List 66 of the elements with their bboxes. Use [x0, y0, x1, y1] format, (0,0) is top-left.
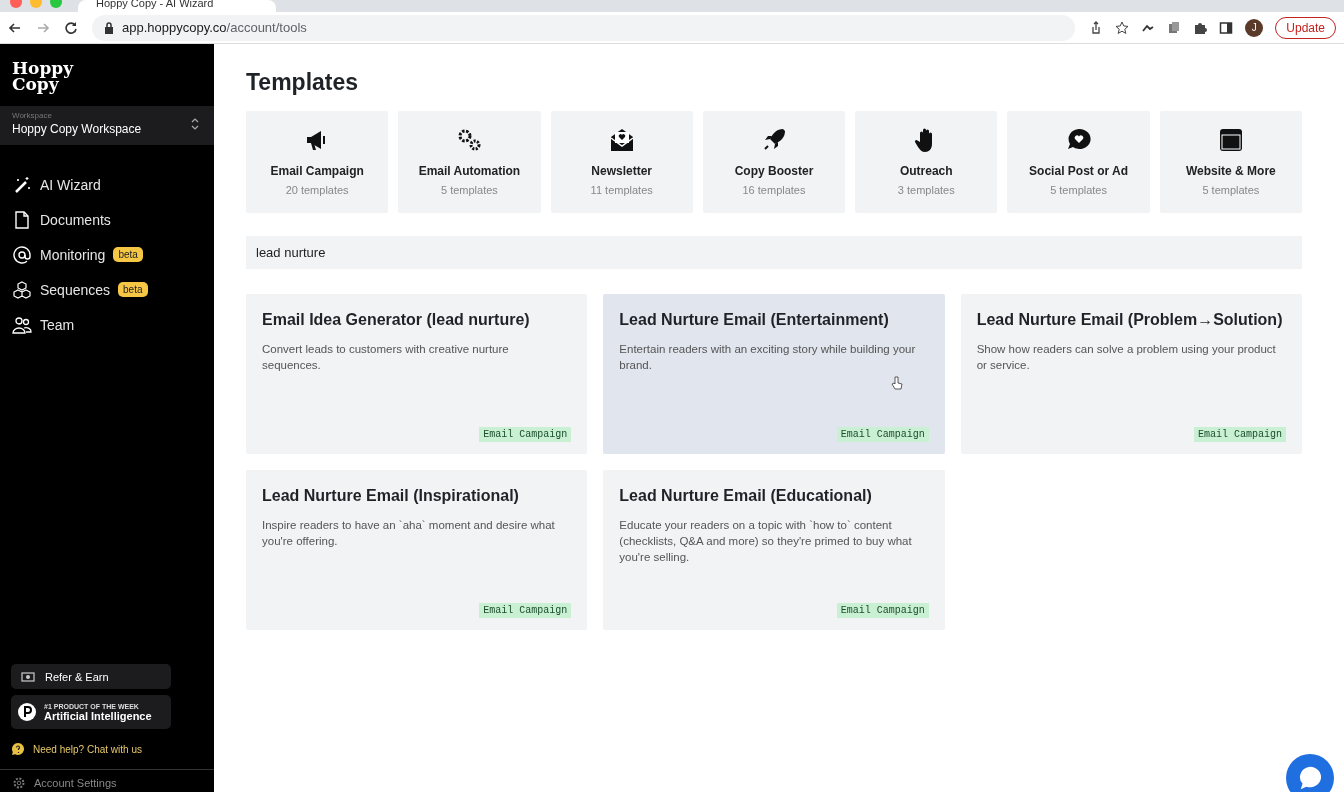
sidebar-icon[interactable] — [1219, 20, 1234, 35]
account-settings-link[interactable]: Account Settings — [0, 769, 214, 792]
template-card[interactable]: Email Idea Generator (lead nurture) Convert leads to customers with creative nurture sequences. Email Campaign — [246, 294, 588, 454]
money-icon — [21, 669, 35, 684]
address-bar[interactable]: app.hoppycopy.co/account/tools — [92, 14, 1076, 41]
template-card[interactable]: Lead Nurture Email (Educational) Educate your readers on a topic with `how to` content (checklists, Q&A and more) so they're primed to buy what you're selling. Email Campaign — [603, 470, 945, 630]
users-icon — [12, 314, 32, 335]
category-tile[interactable]: Outreach 3 templates — [855, 111, 998, 213]
card-description: Show how readers can solve a problem using your product or service. — [976, 342, 1277, 373]
nav-item[interactable]: Monitoring beta — [0, 237, 214, 272]
gear-icon — [12, 776, 26, 790]
document-icon — [12, 209, 32, 230]
puzzle-icon[interactable] — [1193, 20, 1208, 35]
card-title: Lead Nurture Email (Inspirational) — [262, 487, 520, 505]
workspace-label: Workspace — [12, 111, 53, 120]
card-description: Educate your readers on a topic with `how to` content (checklists, Q&A and more) so they're primed to buy what you're selling. — [619, 518, 913, 565]
help-bubble-icon — [11, 742, 25, 756]
star-icon[interactable] — [1115, 20, 1130, 35]
url-text: app.hoppycopy.co/account/tools — [122, 20, 307, 35]
pointer-cursor-icon — [890, 376, 903, 390]
card-title: Email Idea Generator (lead nurture) — [262, 311, 531, 329]
card-title: Lead Nurture Email (Problem→Solution) — [976, 311, 1284, 329]
back-icon[interactable] — [8, 20, 22, 35]
nav-item[interactable]: Sequences beta — [0, 272, 214, 307]
card-description: Convert leads to customers with creative nurture sequences. — [262, 342, 510, 373]
category-tile[interactable]: Newsletter 11 templates — [550, 111, 693, 213]
beta-badge: beta — [113, 247, 143, 262]
category-tag: Email Campaign — [836, 427, 929, 442]
lock-icon — [102, 20, 116, 35]
category-tag: Email Campaign — [1194, 427, 1286, 442]
cubes-icon — [12, 279, 32, 300]
chat-button[interactable] — [1286, 754, 1334, 792]
award-title: Artificial Intelligence — [44, 709, 152, 722]
award-logo-icon — [17, 702, 37, 722]
search-field[interactable]: lead nurture — [246, 236, 1302, 269]
card-description: Entertain readers with an exciting story while building your brand. — [619, 342, 917, 373]
reload-icon[interactable] — [64, 20, 78, 35]
page-title: Templates — [246, 69, 360, 96]
chat-bubble-icon — [1297, 765, 1323, 791]
card-title: Lead Nurture Email (Educational) — [619, 487, 873, 505]
workspace-name: Hoppy Copy Workspace — [12, 122, 142, 136]
template-card[interactable]: Lead Nurture Email (Problem→Solution) Show how readers can solve a problem using your product or service. Email Campaign — [960, 294, 1302, 454]
category-tag: Email Campaign — [479, 603, 572, 618]
nav-item[interactable]: Documents — [0, 202, 214, 237]
category-tile[interactable]: Website & More 5 templates — [1159, 111, 1302, 213]
category-tag: Email Campaign — [836, 603, 929, 618]
nav-item[interactable]: AI Wizard — [0, 167, 214, 202]
workspace-selector[interactable]: Workspace Hoppy Copy Workspace — [0, 106, 214, 145]
help-link[interactable]: Need help? Chat with us — [11, 735, 203, 763]
card-description: Inspire readers to have an `aha` moment and desire what you're offering. — [262, 518, 556, 549]
category-tag: Email Campaign — [479, 427, 572, 442]
at-sign-icon — [12, 244, 32, 265]
beta-badge: beta — [118, 282, 148, 297]
category-tile[interactable]: Email Automation 5 templates — [398, 111, 541, 213]
template-card[interactable]: Lead Nurture Email (Entertainment) Entertain readers with an exciting story while building your brand. Email Campaign — [603, 294, 945, 454]
browser-tab[interactable]: Hoppy Copy - AI Wizard — [78, 0, 276, 12]
refer-button[interactable]: Refer & Earn — [11, 664, 171, 689]
profile-avatar[interactable]: J — [1245, 18, 1264, 37]
category-tile[interactable]: Email Campaign 20 templates — [246, 111, 389, 213]
category-tile[interactable]: Social Post or Ad 5 templates — [1007, 111, 1150, 213]
category-tile[interactable]: Copy Booster 16 templates — [702, 111, 846, 213]
logo[interactable]: Hoppy Copy — [0, 44, 94, 104]
update-button[interactable]: Update — [1275, 16, 1336, 39]
nav-item[interactable]: Team — [0, 307, 214, 342]
template-card[interactable]: Lead Nurture Email (Inspirational) Inspire readers to have an `aha` moment and desire what you're offering. Email Campaign — [246, 470, 588, 630]
card-title: Lead Nurture Email (Entertainment) — [619, 311, 890, 329]
